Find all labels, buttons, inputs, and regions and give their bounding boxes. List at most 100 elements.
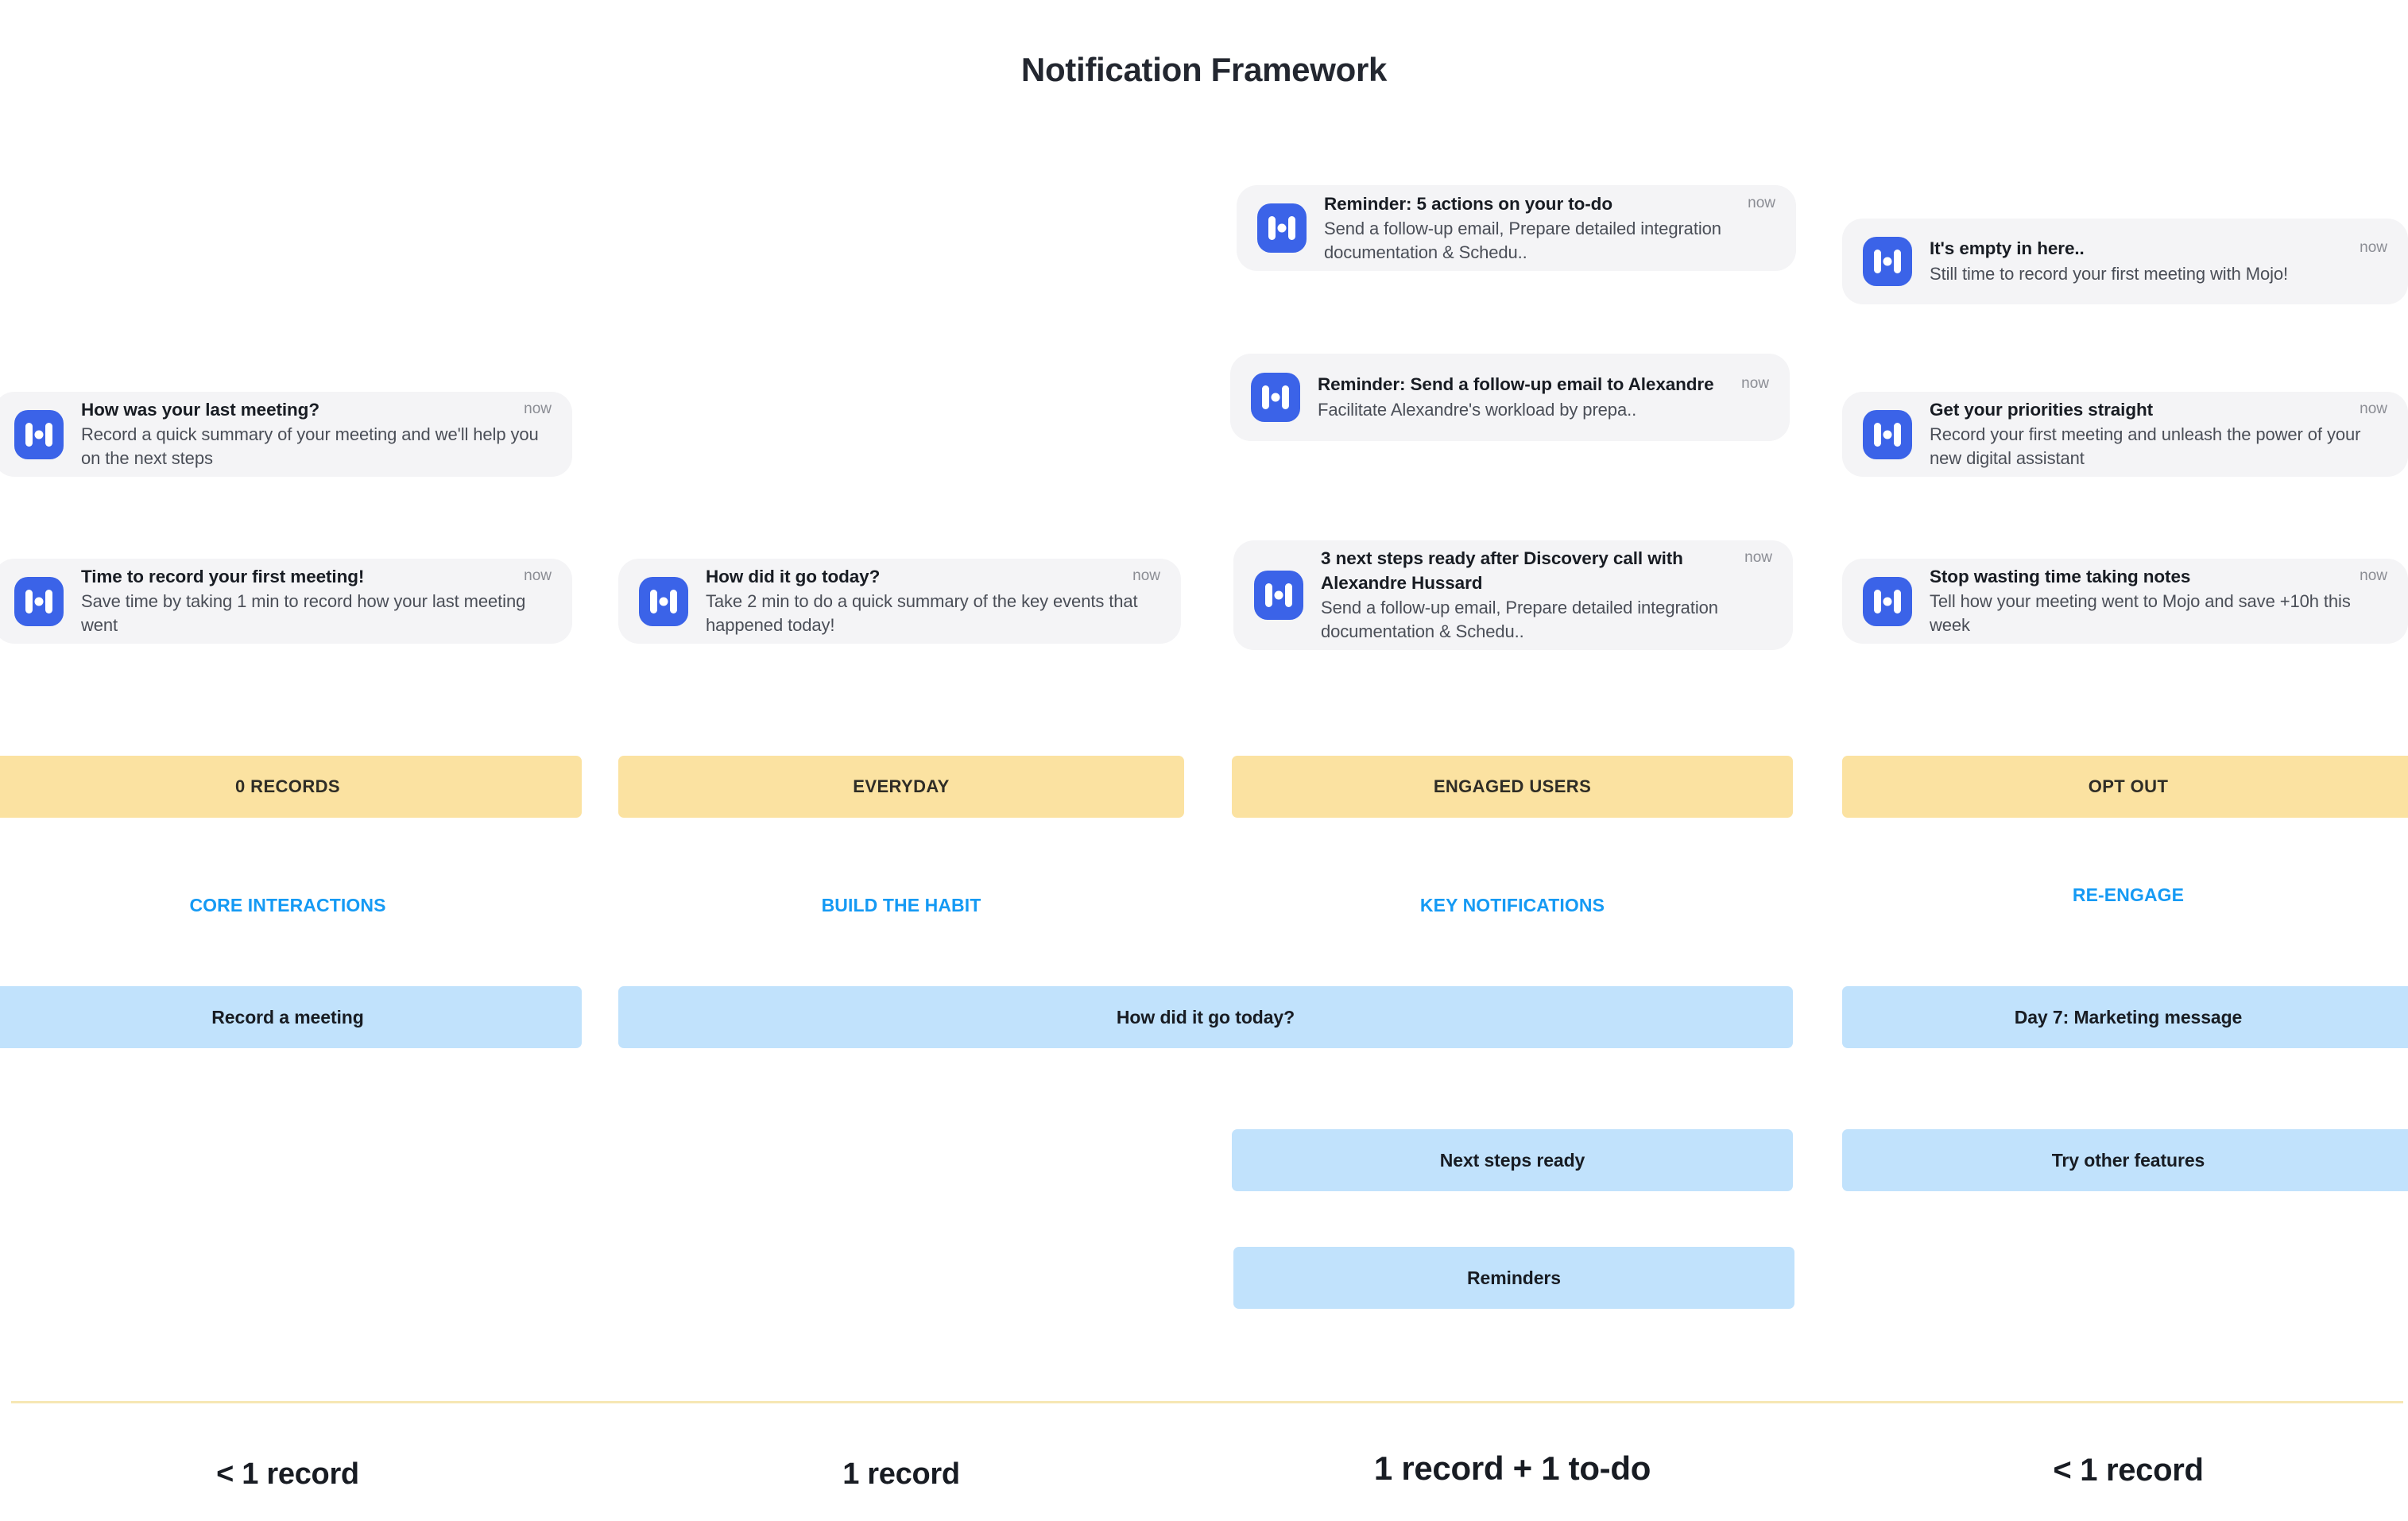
notification-header: How did it go today? now	[706, 565, 1160, 589]
notification-title: How was your last meeting?	[81, 400, 319, 420]
notification-body: Reminder: 5 actions on your to-do now Se…	[1324, 192, 1775, 265]
icon-center-dot	[34, 430, 44, 439]
notification-header: 3 next steps ready after Discovery call …	[1321, 547, 1772, 594]
notification-card[interactable]: Time to record your first meeting! now S…	[0, 559, 572, 644]
notification-timestamp: now	[2360, 239, 2387, 257]
icon-bar-left	[25, 589, 33, 613]
notification-description: Record your first meeting and unleash th…	[1930, 424, 2361, 469]
icon-bar-right	[1282, 385, 1289, 409]
icon-bar-left	[1265, 583, 1272, 607]
notification-header: Get your priorities straight now	[1930, 398, 2387, 422]
notification-header: How was your last meeting? now	[81, 398, 552, 422]
notification-framework-board: Notification Framework How was your last…	[0, 0, 2408, 1521]
icon-center-dot	[1883, 257, 1892, 266]
notification-title: How did it go today?	[706, 567, 881, 587]
icon-bar-right	[670, 589, 677, 613]
mojo-app-icon	[1254, 571, 1303, 620]
action-bar-how-did-it-go-today[interactable]: How did it go today?	[618, 986, 1793, 1048]
notification-title: It's empty in here..	[1930, 238, 2085, 259]
notification-description: Facilitate Alexandre's workload by prepa…	[1318, 399, 1637, 420]
action-bar-next-steps-ready[interactable]: Next steps ready	[1232, 1129, 1793, 1191]
notification-card[interactable]: Reminder: 5 actions on your to-do now Se…	[1237, 185, 1796, 271]
notification-body: It's empty in here.. now Still time to r…	[1930, 237, 2387, 285]
notification-title: Stop wasting time taking notes	[1930, 567, 2191, 587]
footer-label-col3: 1 record + 1 to-do	[1373, 1449, 1651, 1487]
icon-center-dot	[1883, 597, 1892, 606]
icon-bar-right	[45, 422, 52, 447]
icon-bar-left	[25, 422, 33, 447]
notification-description: Take 2 min to do a quick summary of the …	[706, 591, 1138, 636]
icon-bar-right	[45, 589, 52, 613]
icon-center-dot	[1883, 430, 1892, 439]
notification-title: Reminder: Send a follow-up email to Alex…	[1318, 374, 1714, 395]
footer-label-col2: 1 record	[842, 1457, 960, 1491]
notification-card[interactable]: It's empty in here.. now Still time to r…	[1842, 219, 2408, 304]
action-bar-try-other-features[interactable]: Try other features	[1842, 1129, 2408, 1191]
icon-bar-right	[1288, 216, 1295, 240]
section-caption-core-interactions: CORE INTERACTIONS	[189, 895, 386, 915]
notification-description: Save time by taking 1 min to record how …	[81, 591, 526, 636]
section-caption-re-engage: RE-ENGAGE	[2072, 884, 2185, 905]
stage-bar-0-records[interactable]: 0 RECORDS	[0, 756, 582, 818]
notification-description: Send a follow-up email, Prepare detailed…	[1324, 218, 1721, 262]
notification-description: Still time to record your first meeting …	[1930, 263, 2289, 284]
notification-timestamp: now	[1748, 194, 1775, 211]
icon-bar-left	[650, 589, 657, 613]
notification-body: How did it go today? now Take 2 min to d…	[706, 565, 1160, 637]
icon-bar-right	[1285, 583, 1292, 607]
notification-body: 3 next steps ready after Discovery call …	[1321, 547, 1772, 643]
notification-card[interactable]: Get your priorities straight now Record …	[1842, 392, 2408, 477]
section-caption-key-notifications: KEY NOTIFICATIONS	[1419, 895, 1605, 915]
notification-body: Get your priorities straight now Record …	[1930, 398, 2387, 470]
footer-label-col1: < 1 record	[216, 1457, 359, 1491]
icon-bar-left	[1874, 589, 1881, 613]
notification-body: How was your last meeting? now Record a …	[81, 398, 552, 470]
notification-timestamp: now	[1132, 567, 1160, 585]
notification-title: Time to record your first meeting!	[81, 567, 365, 587]
section-caption-build-the-habit: BUILD THE HABIT	[821, 895, 981, 915]
mojo-app-icon	[639, 576, 688, 626]
notification-body: Stop wasting time taking notes now Tell …	[1930, 565, 2387, 637]
stage-bar-opt-out[interactable]: OPT OUT	[1842, 756, 2408, 818]
action-bar-record-a-meeting[interactable]: Record a meeting	[0, 986, 582, 1048]
action-bar-day-7-marketing-message[interactable]: Day 7: Marketing message	[1842, 986, 2408, 1048]
notification-timestamp: now	[2360, 567, 2387, 585]
notification-card[interactable]: Reminder: Send a follow-up email to Alex…	[1230, 354, 1790, 441]
mojo-app-icon	[14, 409, 64, 459]
footer-divider	[11, 1401, 2403, 1403]
notification-description: Send a follow-up email, Prepare detailed…	[1321, 597, 1718, 641]
notification-title: 3 next steps ready after Discovery call …	[1321, 548, 1683, 593]
icon-center-dot	[1274, 590, 1283, 600]
icon-bar-left	[1262, 385, 1269, 409]
notification-timestamp: now	[2360, 401, 2387, 418]
action-bar-reminders[interactable]: Reminders	[1233, 1247, 1794, 1309]
notification-body: Reminder: Send a follow-up email to Alex…	[1318, 373, 1769, 421]
notification-timestamp: now	[1744, 549, 1772, 567]
mojo-app-icon	[14, 576, 64, 626]
icon-bar-left	[1268, 216, 1276, 240]
notification-header: It's empty in here.. now	[1930, 237, 2387, 261]
mojo-app-icon	[1863, 237, 1912, 286]
page-title: Notification Framework	[1020, 51, 1388, 88]
icon-bar-right	[1894, 422, 1901, 447]
stage-bar-everyday[interactable]: EVERYDAY	[618, 756, 1184, 818]
notification-header: Reminder: 5 actions on your to-do now	[1324, 192, 1775, 216]
icon-bar-right	[1894, 589, 1901, 613]
mojo-app-icon	[1863, 409, 1912, 459]
notification-card[interactable]: Stop wasting time taking notes now Tell …	[1842, 559, 2408, 644]
notification-description: Record a quick summary of your meeting a…	[81, 424, 539, 469]
notification-card[interactable]: How did it go today? now Take 2 min to d…	[618, 559, 1181, 644]
icon-bar-left	[1874, 250, 1881, 273]
notification-card[interactable]: How was your last meeting? now Record a …	[0, 392, 572, 477]
stage-bar-engaged-users[interactable]: ENGAGED USERS	[1232, 756, 1793, 818]
icon-center-dot	[34, 597, 44, 606]
notification-header: Time to record your first meeting! now	[81, 565, 552, 589]
notification-timestamp: now	[524, 567, 552, 585]
mojo-app-icon	[1863, 576, 1912, 626]
notification-timestamp: now	[1741, 375, 1769, 393]
icon-center-dot	[659, 597, 668, 606]
notification-card[interactable]: 3 next steps ready after Discovery call …	[1233, 540, 1793, 650]
notification-description: Tell how your meeting went to Mojo and s…	[1930, 591, 2351, 636]
notification-title: Get your priorities straight	[1930, 400, 2153, 420]
icon-center-dot	[1271, 393, 1280, 402]
